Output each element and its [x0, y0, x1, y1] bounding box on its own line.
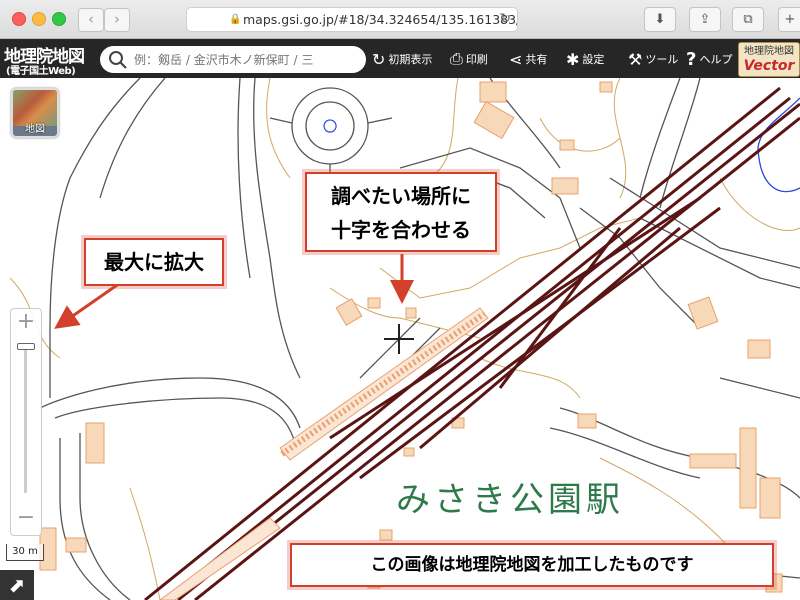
crosshair-callout: 調べたい場所に 十字を合わせる — [305, 172, 497, 252]
zoom-pointer-arrow — [54, 281, 121, 329]
gear-icon: ✱ — [566, 49, 580, 69]
browser-toolbar: ‹ › 🔒 maps.gsi.go.jp/#18/34.324654/135.1… — [0, 0, 800, 39]
share-nodes-icon: ⋖ — [509, 49, 523, 69]
help-button[interactable]: ? ヘルプ — [686, 48, 733, 70]
share-icon: ⇪ — [699, 12, 711, 27]
downloads-button[interactable]: ⬇ — [644, 7, 676, 32]
share-button[interactable]: ⇪ — [689, 7, 721, 32]
print-button[interactable]: ⎙ 印刷 — [450, 49, 488, 69]
tabs-icon: ⧉ — [743, 12, 753, 27]
annotation-arrows — [54, 254, 414, 329]
search-input[interactable] — [132, 49, 364, 71]
tools-icon: ⚒ — [628, 49, 643, 69]
lock-icon: 🔒 — [229, 14, 242, 25]
url-text: maps.gsi.go.jp/#18/34.324654/135.161383/ — [243, 12, 518, 27]
printer-icon: ⎙ — [450, 49, 463, 68]
crosshair-callout-line2: 十字を合わせる — [331, 218, 471, 242]
reset-view-button[interactable]: ↻ 初期表示 — [372, 49, 432, 69]
share-map-label: 共有 — [525, 53, 548, 66]
address-bar[interactable]: 🔒 maps.gsi.go.jp/#18/34.324654/135.16138… — [186, 7, 518, 32]
tabs-overview-button[interactable]: ⧉ — [732, 7, 764, 32]
chevron-right-icon: › — [114, 10, 120, 28]
vector-map-badge[interactable]: 地理院地図 Vector — [738, 42, 800, 77]
crosshair-callout-line1: 調べたい場所に — [331, 184, 471, 208]
vector-badge-title: 地理院地図 — [744, 46, 794, 57]
zoom-callout: 最大に拡大 — [84, 238, 224, 286]
settings-button[interactable]: ✱ 設定 — [566, 49, 604, 69]
help-label: ヘルプ — [699, 53, 733, 66]
vector-badge-label: Vector — [743, 58, 795, 74]
settings-label: 設定 — [582, 53, 605, 66]
tools-button[interactable]: ⚒ ツール — [628, 49, 678, 69]
back-button[interactable]: ‹ — [78, 8, 104, 32]
refresh-icon: ↻ — [372, 49, 386, 69]
search-box[interactable] — [100, 46, 366, 73]
search-icon — [109, 51, 127, 69]
reload-icon[interactable]: ↻ — [499, 8, 511, 31]
maximize-window-button[interactable] — [52, 12, 66, 26]
minimize-window-button[interactable] — [32, 12, 46, 26]
plus-icon: + — [784, 12, 796, 27]
credit-callout: この画像は地理院地図を加工したものです — [290, 543, 774, 587]
app-logo-subtitle: (電子国土Web) — [6, 66, 76, 77]
download-icon: ⬇ — [654, 12, 666, 27]
map-canvas[interactable]: 地図 + − 30 m ⬈ みさき公園駅 最大に拡大 調べたい場所に 十字を合わ… — [0, 78, 800, 600]
reset-view-label: 初期表示 — [388, 53, 433, 66]
forward-button[interactable]: › — [104, 8, 130, 32]
new-tab-button[interactable]: + — [778, 7, 800, 32]
tools-label: ツール — [645, 53, 679, 66]
print-label: 印刷 — [465, 53, 488, 66]
chevron-left-icon: ‹ — [88, 10, 94, 28]
close-window-button[interactable] — [12, 12, 26, 26]
app-header: 地理院地図 (電子国土Web) ↻ 初期表示 ⎙ 印刷 ⋖ 共有 ✱ 設定 ⚒ … — [0, 39, 800, 78]
share-map-button[interactable]: ⋖ 共有 — [509, 49, 547, 69]
question-icon: ? — [686, 48, 697, 70]
